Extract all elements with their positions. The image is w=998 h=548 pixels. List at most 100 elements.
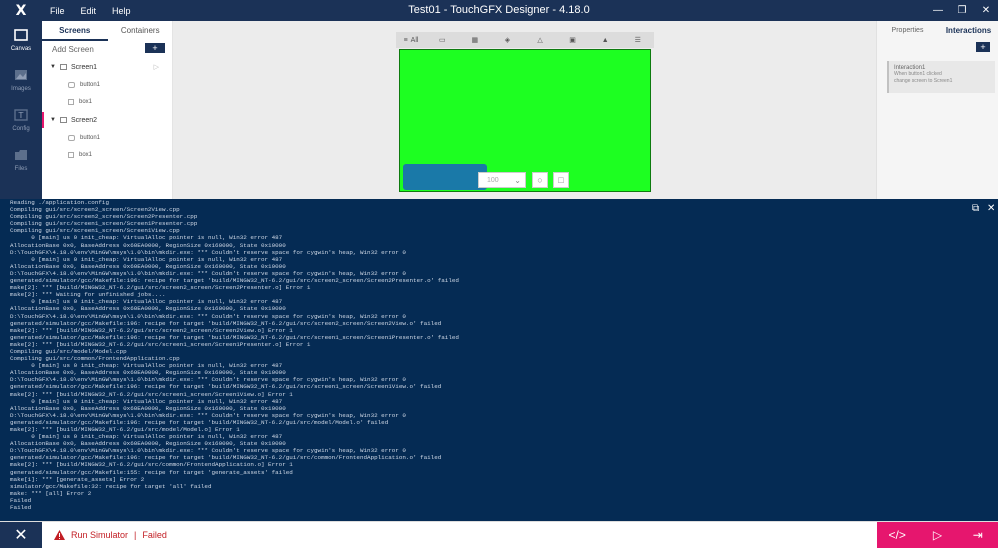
stack-icon: ☰ xyxy=(634,37,641,44)
fit-to-screen-button[interactable]: ○ xyxy=(532,172,548,188)
tree-widget-box1[interactable]: box1 xyxy=(42,94,173,110)
console-line: AllocationBase 0x0, BaseAddress 0x60EA00… xyxy=(10,262,286,270)
expand-icon: □ xyxy=(558,175,564,185)
chevron-down-icon[interactable]: ▼ xyxy=(50,64,56,70)
tree-screen2-label: Screen2 xyxy=(70,116,98,124)
fit-icon: ○ xyxy=(537,175,543,185)
rail-canvas[interactable]: Canvas xyxy=(0,29,42,52)
close-console-icon[interactable]: ✕ xyxy=(987,203,995,214)
box-widget-icon xyxy=(68,152,74,158)
rail-images-label: Images xyxy=(11,86,31,92)
filter-images[interactable]: ▦ xyxy=(459,32,492,48)
run-target-button[interactable]: ⇥ xyxy=(958,522,998,548)
rail-config[interactable]: T Config xyxy=(0,109,42,132)
console-line: AllocationBase 0x0, BaseAddress 0x60EA00… xyxy=(10,440,286,448)
console-line: Compiling gui/src/screen2_screen/Screen2… xyxy=(10,206,180,214)
rail-images[interactable]: Images xyxy=(0,69,42,92)
interaction-card[interactable]: Interaction1 When button1 clicked change… xyxy=(887,61,995,93)
button-icon: ▣ xyxy=(569,37,576,44)
tab-containers[interactable]: Containers xyxy=(108,21,174,41)
rail-files[interactable]: Files xyxy=(0,149,42,172)
interaction-trigger: When button1 clicked xyxy=(894,71,942,77)
filter-layers[interactable]: ◈ xyxy=(491,32,524,48)
tree-widget-button1[interactable]: button1 xyxy=(42,77,173,93)
tree-screen2[interactable]: ▼ Screen2 xyxy=(42,112,173,128)
chevron-down-icon[interactable]: ▼ xyxy=(50,117,56,123)
button-widget-icon xyxy=(68,135,75,141)
start-screen-icon: ▷ xyxy=(153,64,159,71)
tree-widget-box1[interactable]: box1 xyxy=(42,147,173,163)
code-icon: </> xyxy=(888,528,906,542)
monitor-icon: ▭ xyxy=(438,37,446,44)
minimize-icon[interactable]: — xyxy=(926,0,950,21)
popout-icon[interactable]: ⧉ xyxy=(972,203,979,214)
window-controls: — ❐ ✕ xyxy=(926,0,998,21)
tree-widget-label: box1 xyxy=(79,99,93,105)
config-icon: T xyxy=(14,109,28,121)
tab-screens[interactable]: Screens xyxy=(42,21,108,41)
console-line: make[2]: *** [build/MINGW32_NT-6.2/gui/s… xyxy=(10,284,311,292)
filter-buttons[interactable]: ▣ xyxy=(556,32,589,48)
title-bar: X File Edit Help Test01 - TouchGFX Desig… xyxy=(0,0,998,21)
console-line: D:\TouchGFX\4.18.0\env\MinGW\msys\1.0\bi… xyxy=(10,248,406,256)
console-line: Compiling gui/src/screen2_screen/Screen2… xyxy=(10,213,198,221)
filter-display[interactable]: ▭ xyxy=(426,32,459,48)
close-panel-button[interactable]: ✕ xyxy=(0,522,42,548)
filter-all[interactable]: ≡ All xyxy=(396,32,426,48)
console-line: 0 [main] us 0 init_cheap: VirtualAlloc p… xyxy=(10,255,283,263)
generate-code-button[interactable]: </> xyxy=(877,522,917,548)
console-line: generated/simulator/gcc/Makefile:196: re… xyxy=(10,277,459,285)
window-title: Test01 - TouchGFX Designer - 4.18.0 xyxy=(408,4,590,16)
console-line: generated/simulator/gcc/Makefile:196: re… xyxy=(10,454,442,462)
tree-widget-button1[interactable]: button1 xyxy=(42,130,173,146)
tree-screen1[interactable]: ▼ Screen1 ▷ xyxy=(42,59,173,75)
console-line: D:\TouchGFX\4.18.0\env\MinGW\msys\1.0\bi… xyxy=(10,447,406,455)
screen-icon xyxy=(59,117,67,123)
list-icon: ≡ xyxy=(403,36,408,44)
console-line: simulator/gcc/Makefile:32: recipe for ta… xyxy=(10,482,212,490)
canvas-icon xyxy=(14,29,28,41)
play-icon: ▷ xyxy=(932,528,943,542)
console-line: make[1]: *** [generate_assets] Error 2 xyxy=(10,475,145,483)
box-widget-icon xyxy=(68,99,74,105)
console-line: 0 [main] us 0 init_cheap: VirtualAlloc p… xyxy=(10,298,283,306)
warning-icon xyxy=(54,530,65,540)
console-line: make[2]: *** [build/MINGW32_NT-6.2/gui/s… xyxy=(10,390,293,398)
zoom-select[interactable]: 100 ⌄ xyxy=(478,172,526,188)
restore-icon[interactable]: ❐ xyxy=(950,0,974,21)
run-simulator-button[interactable]: ▷ xyxy=(917,522,957,548)
console-line: 0 [main] us 0 init_cheap: VirtualAlloc p… xyxy=(10,234,283,242)
console-line: 0 [main] us 0 init_cheap: VirtualAlloc p… xyxy=(10,397,283,405)
images-icon xyxy=(15,70,27,80)
filter-containers[interactable]: ▲ xyxy=(589,32,622,48)
menu-help[interactable]: Help xyxy=(112,6,131,16)
console-line: generated/simulator/gcc/Makefile:196: re… xyxy=(10,333,459,341)
expand-canvas-button[interactable]: □ xyxy=(553,172,569,188)
rail-canvas-label: Canvas xyxy=(10,46,32,52)
close-icon: ✕ xyxy=(14,527,28,544)
add-interaction-button[interactable]: + xyxy=(976,42,990,52)
console-line: 0 [main] us 0 init_cheap: VirtualAlloc p… xyxy=(10,433,283,441)
stage-button1[interactable] xyxy=(403,164,487,190)
touchgfx-logo: X xyxy=(15,2,27,19)
tab-interactions[interactable]: Interactions xyxy=(938,21,998,41)
properties-panel: Properties Interactions + Interaction1 W… xyxy=(876,21,998,199)
left-rail: Canvas Images T Config Files xyxy=(0,21,42,199)
svg-text:T: T xyxy=(18,111,24,120)
console-line: D:\TouchGFX\4.18.0\env\MinGW\msys\1.0\bi… xyxy=(10,312,406,320)
filter-shapes[interactable]: △ xyxy=(524,32,557,48)
close-window-icon[interactable]: ✕ xyxy=(974,0,998,21)
rail-config-label: Config xyxy=(12,126,30,132)
tree-screen1-label: Screen1 xyxy=(70,63,98,71)
add-screen-label[interactable]: Add Screen xyxy=(52,45,94,54)
screen-stage[interactable] xyxy=(399,49,651,192)
console-line: AllocationBase 0x0, BaseAddress 0x60EA00… xyxy=(10,241,286,249)
console-line: generated/simulator/gcc/Makefile:196: re… xyxy=(10,319,442,327)
menu-edit[interactable]: Edit xyxy=(81,6,97,16)
filter-misc[interactable]: ☰ xyxy=(621,32,654,48)
console-line: Compiling gui/src/screen1_screen/Screen1… xyxy=(10,220,198,228)
console-line: make[2]: *** Waiting for unfinished jobs… xyxy=(10,291,166,299)
menu-file[interactable]: File xyxy=(50,6,65,16)
tab-properties[interactable]: Properties xyxy=(877,21,938,41)
add-screen-button[interactable]: + xyxy=(145,43,165,53)
